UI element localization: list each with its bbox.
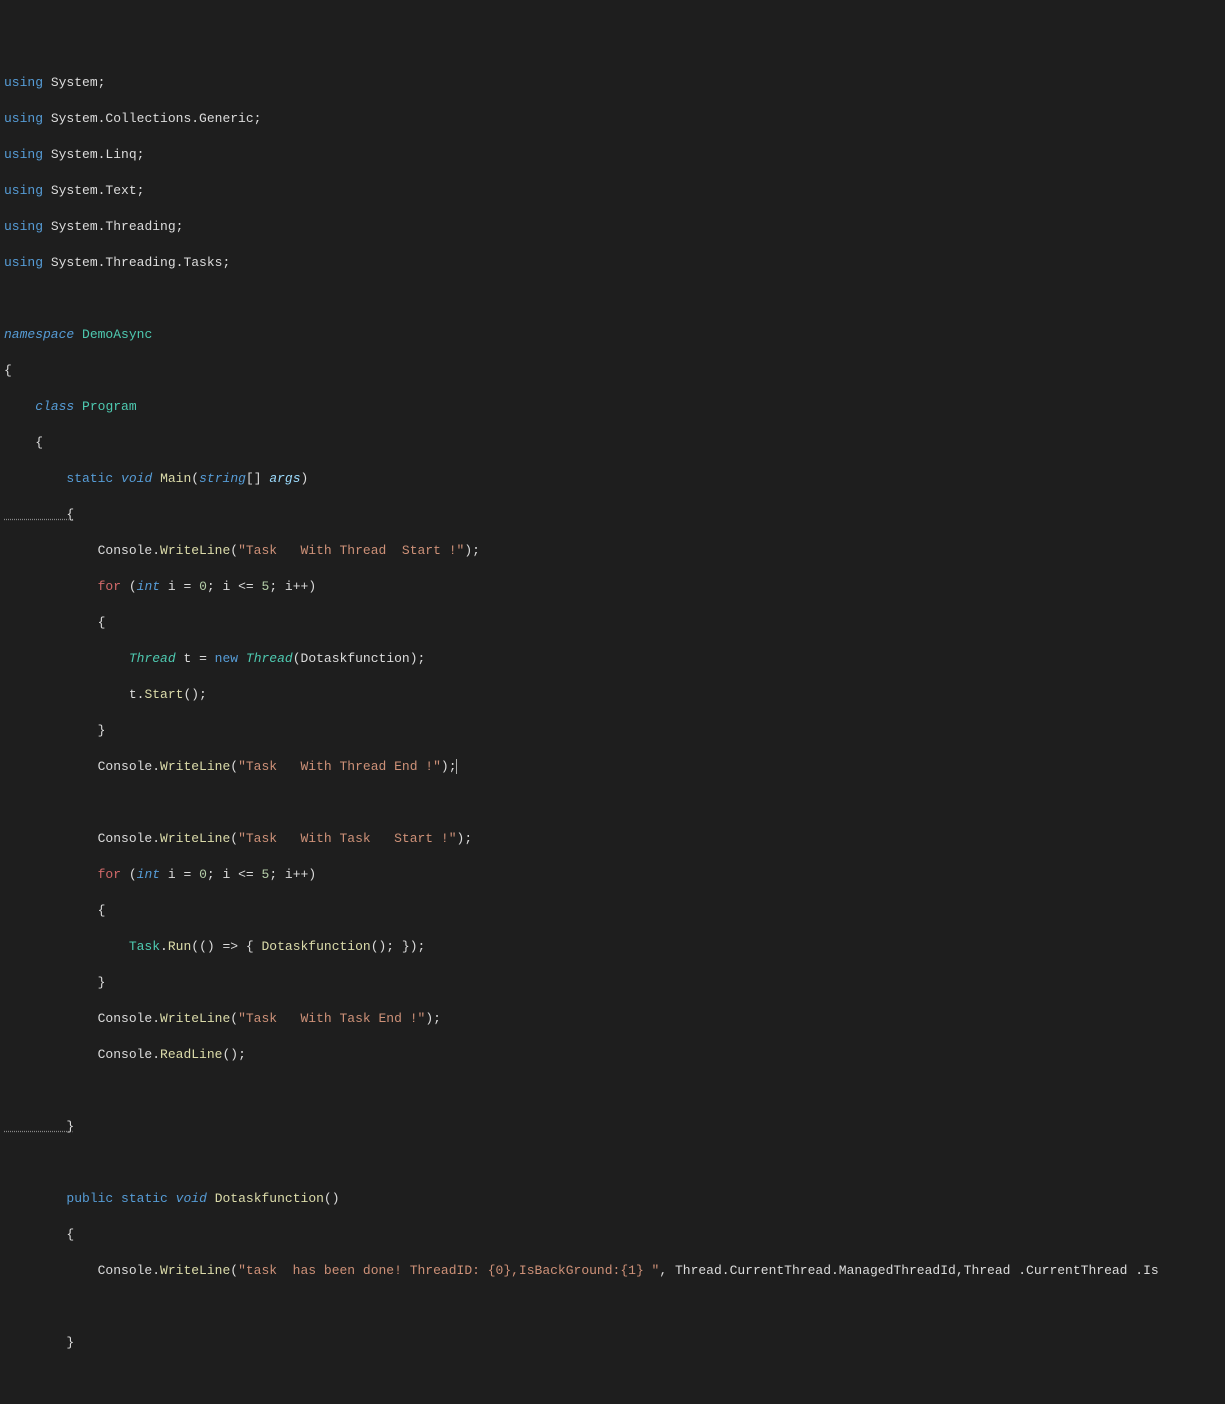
method-writeline: WriteLine	[160, 543, 230, 558]
code-line[interactable]: {	[4, 1226, 1221, 1244]
keyword-static: static	[66, 471, 113, 486]
type-console: Console	[98, 1047, 153, 1062]
expr: Thread .CurrentThread .Is	[964, 1263, 1159, 1278]
var-i: i	[168, 579, 176, 594]
type-console: Console	[98, 1011, 153, 1026]
code-line[interactable]: namespace DemoAsync	[4, 326, 1221, 344]
method-main: Main	[160, 471, 191, 486]
namespace-ref: System.Threading.Tasks	[51, 255, 223, 270]
code-line[interactable]: using System.Threading;	[4, 218, 1221, 236]
keyword-namespace: namespace	[4, 327, 74, 342]
code-line[interactable]: {	[4, 434, 1221, 452]
code-line[interactable]	[4, 1082, 1221, 1100]
type-thread: Thread	[246, 651, 293, 666]
keyword-int: int	[137, 867, 160, 882]
method-start: Start	[144, 687, 183, 702]
namespace-ref: System.Threading	[51, 219, 176, 234]
keyword-void: void	[121, 471, 152, 486]
method-ref: Dotaskfunction	[301, 651, 410, 666]
keyword-for: for	[98, 867, 121, 882]
code-line[interactable]	[4, 1298, 1221, 1316]
code-line[interactable]: for (int i = 0; i <= 5; i++)	[4, 578, 1221, 596]
method-writeline: WriteLine	[160, 831, 230, 846]
code-line[interactable]: }	[4, 1118, 1221, 1136]
namespace-name: DemoAsync	[82, 327, 152, 342]
code-line[interactable]: Console.WriteLine("Task With Task Start …	[4, 830, 1221, 848]
code-line[interactable]	[4, 1370, 1221, 1388]
string-literal: "Task With Thread End !"	[238, 759, 441, 774]
keyword-using: using	[4, 147, 43, 162]
string-literal: "Task With Thread Start !"	[238, 543, 464, 558]
code-line[interactable]: static void Main(string[] args)	[4, 470, 1221, 488]
namespace-ref: System.Text	[51, 183, 137, 198]
class-name: Program	[82, 399, 137, 414]
string-literal: "task has been done! ThreadID: {0},IsBac…	[238, 1263, 659, 1278]
keyword-for: for	[98, 579, 121, 594]
keyword-class: class	[35, 399, 74, 414]
keyword-void: void	[176, 1191, 207, 1206]
code-line[interactable]	[4, 794, 1221, 812]
code-line[interactable]: using System.Linq;	[4, 146, 1221, 164]
code-line[interactable]: {	[4, 902, 1221, 920]
code-line[interactable]: {	[4, 506, 1221, 524]
code-line[interactable]: using System.Collections.Generic;	[4, 110, 1221, 128]
expr: Thread.CurrentThread.ManagedThreadId	[675, 1263, 956, 1278]
type-task: Task	[129, 939, 160, 954]
namespace-ref: System	[51, 75, 98, 90]
type-console: Console	[98, 543, 153, 558]
keyword-int: int	[137, 579, 160, 594]
code-line[interactable]: {	[4, 362, 1221, 380]
type-thread: Thread	[129, 651, 176, 666]
string-literal: "Task With Task Start !"	[238, 831, 456, 846]
code-line[interactable]: Console.WriteLine("task has been done! T…	[4, 1262, 1221, 1280]
text-cursor	[456, 759, 457, 774]
keyword-string: string	[199, 471, 246, 486]
code-line[interactable]: }	[4, 1334, 1221, 1352]
number: 0	[199, 867, 207, 882]
number: 5	[262, 867, 270, 882]
code-line[interactable]: {	[4, 614, 1221, 632]
method-writeline: WriteLine	[160, 759, 230, 774]
var-i: i	[168, 867, 176, 882]
code-line[interactable]	[4, 290, 1221, 308]
keyword-new: new	[215, 651, 238, 666]
code-line[interactable]: using System.Text;	[4, 182, 1221, 200]
method-writeline: WriteLine	[160, 1263, 230, 1278]
keyword-using: using	[4, 111, 43, 126]
param-args: args	[269, 471, 300, 486]
code-line[interactable]: t.Start();	[4, 686, 1221, 704]
type-console: Console	[98, 759, 153, 774]
code-line[interactable]: Console.WriteLine("Task With Thread End …	[4, 758, 1221, 776]
string-literal: "Task With Task End !"	[238, 1011, 425, 1026]
number: 0	[199, 579, 207, 594]
method-readline: ReadLine	[160, 1047, 222, 1062]
code-line[interactable]: Console.WriteLine("Task With Thread Star…	[4, 542, 1221, 560]
method-dotask: Dotaskfunction	[215, 1191, 324, 1206]
method-run: Run	[168, 939, 191, 954]
method-writeline: WriteLine	[160, 1011, 230, 1026]
code-line[interactable]: Thread t = new Thread(Dotaskfunction);	[4, 650, 1221, 668]
keyword-static: static	[121, 1191, 168, 1206]
code-line[interactable]: Task.Run(() => { Dotaskfunction(); });	[4, 938, 1221, 956]
keyword-using: using	[4, 219, 43, 234]
keyword-public: public	[66, 1191, 113, 1206]
code-line[interactable]: public static void Dotaskfunction()	[4, 1190, 1221, 1208]
code-line[interactable]	[4, 1154, 1221, 1172]
code-line[interactable]: for (int i = 0; i <= 5; i++)	[4, 866, 1221, 884]
method-ref: Dotaskfunction	[261, 939, 370, 954]
code-line[interactable]: Console.WriteLine("Task With Task End !"…	[4, 1010, 1221, 1028]
type-console: Console	[98, 831, 153, 846]
type-console: Console	[98, 1263, 153, 1278]
code-line[interactable]: class Program	[4, 398, 1221, 416]
code-line[interactable]: }	[4, 722, 1221, 740]
keyword-using: using	[4, 255, 43, 270]
code-line[interactable]: }	[4, 974, 1221, 992]
namespace-ref: System.Collections.Generic	[51, 111, 254, 126]
code-line[interactable]: using System.Threading.Tasks;	[4, 254, 1221, 272]
code-line[interactable]: Console.ReadLine();	[4, 1046, 1221, 1064]
namespace-ref: System.Linq	[51, 147, 137, 162]
keyword-using: using	[4, 75, 43, 90]
keyword-using: using	[4, 183, 43, 198]
code-line[interactable]: using System;	[4, 74, 1221, 92]
